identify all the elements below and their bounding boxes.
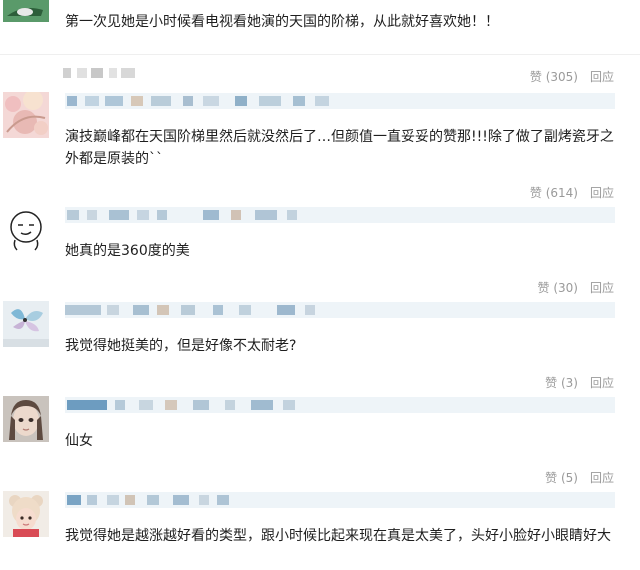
reply-button[interactable]: 回应 — [590, 279, 614, 296]
like-count: (3) — [560, 376, 578, 390]
avatar[interactable] — [3, 301, 49, 347]
reply-button[interactable]: 回应 — [590, 374, 614, 391]
avatar[interactable] — [3, 396, 49, 442]
username-blurred[interactable] — [63, 66, 143, 80]
comment-actions: 赞 (614) 回应 — [530, 184, 614, 201]
like-label: 赞 — [545, 376, 558, 390]
avatar[interactable] — [3, 206, 49, 252]
comment-actions: 赞 (3) 回应 — [545, 374, 614, 391]
comment-actions: 赞 (5) 回应 — [545, 469, 614, 486]
user-info-blurred — [65, 302, 615, 318]
user-info-blurred — [65, 93, 615, 109]
like-count: (5) — [560, 471, 578, 485]
comment-text: 演技巅峰都在天国阶梯里然后就没然后了…但颜值一直妥妥的赞那!!!除了做了副烤瓷牙… — [65, 129, 614, 167]
like-label: 赞 — [545, 471, 558, 485]
comment-text: 仙女 — [65, 433, 93, 449]
avatar[interactable] — [3, 0, 49, 22]
reply-button[interactable]: 回应 — [590, 68, 614, 85]
reply-button[interactable]: 回应 — [590, 184, 614, 201]
like-count: (614) — [545, 186, 578, 200]
like-label: 赞 — [529, 70, 542, 84]
like-count: (30) — [553, 281, 578, 295]
comment-actions: 赞 (305) 回应 — [530, 68, 614, 85]
like-button[interactable]: 赞 (305) — [530, 68, 578, 85]
user-info-blurred — [65, 207, 615, 223]
like-count: (305) — [545, 70, 578, 84]
avatar[interactable] — [3, 92, 49, 138]
comment-text: 她真的是360度的美 — [65, 243, 190, 259]
like-label: 赞 — [537, 281, 550, 295]
comment-text: 第一次见她是小时候看电视看她演的天国的阶梯，从此就好喜欢她！！ — [65, 14, 499, 30]
like-button[interactable]: 赞 (3) — [545, 374, 578, 391]
like-button[interactable]: 赞 (614) — [530, 184, 578, 201]
comment-text: 我觉得她是越涨越好看的类型，跟小时候比起来现在真是太美了，头好小脸好小眼睛好大 — [65, 528, 611, 544]
like-button[interactable]: 赞 (30) — [538, 279, 578, 296]
like-button[interactable]: 赞 (5) — [545, 469, 578, 486]
avatar[interactable] — [3, 491, 49, 537]
user-info-blurred — [65, 492, 615, 508]
comment-actions: 赞 (30) 回应 — [538, 279, 615, 296]
reply-button[interactable]: 回应 — [590, 469, 614, 486]
like-label: 赞 — [529, 186, 542, 200]
user-info-blurred — [65, 397, 615, 413]
comment-text: 我觉得她挺美的，但是好像不太耐老? — [65, 338, 297, 354]
divider — [0, 54, 640, 55]
